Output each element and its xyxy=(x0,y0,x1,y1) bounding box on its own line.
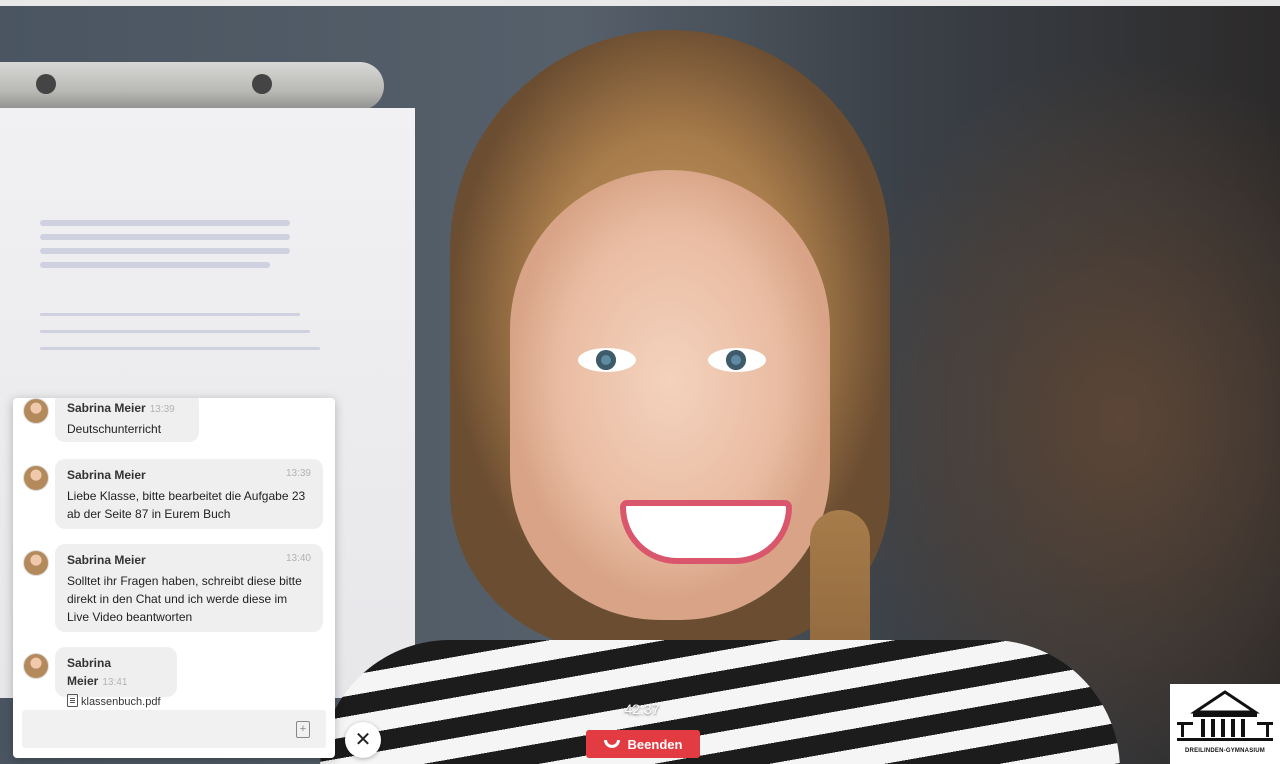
chat-message: Sabrina Meier 13:39 Liebe Klasse, bitte b… xyxy=(23,459,323,531)
chat-message: Sabrina Meier 13:41 klassenbuch.pdf xyxy=(23,647,323,708)
top-border xyxy=(0,0,1280,6)
message-text: Solltet ihr Fragen haben, schreibt diese… xyxy=(67,574,302,624)
close-chat-button[interactable]: ✕ xyxy=(345,722,381,758)
message-text: Liebe Klasse, bitte bearbeitet die Aufga… xyxy=(67,489,306,521)
message-time: 13:40 xyxy=(285,553,311,564)
avatar xyxy=(23,398,49,424)
document-icon xyxy=(67,694,78,707)
message-bubble: Sabrina Meier 13:39 Deutschunterricht xyxy=(55,398,199,442)
message-time: 13:39 xyxy=(149,404,175,415)
close-icon: ✕ xyxy=(354,729,372,751)
school-logo: DREILINDEN-GYMNASIUM xyxy=(1170,684,1280,764)
file-attach-icon[interactable]: + xyxy=(296,721,310,738)
message-bubble: Sabrina Meier 13:40 Solltet ihr Fragen ha… xyxy=(55,544,323,632)
avatar xyxy=(23,550,49,576)
striped-shirt xyxy=(320,640,1120,764)
phone-hangup-icon xyxy=(603,740,620,748)
avatar xyxy=(23,653,49,679)
call-timer: 42:37 xyxy=(624,701,660,717)
building-icon xyxy=(1177,690,1273,741)
flipchart-bar xyxy=(0,62,384,110)
message-text: Deutschunterricht xyxy=(67,422,162,436)
message-time: 13:41 xyxy=(102,677,128,688)
message-bubble: Sabrina Meier 13:39 Liebe Klasse, bitte b… xyxy=(55,459,323,529)
message-sender: Sabrina Meier xyxy=(67,401,146,415)
end-call-label: Beenden xyxy=(627,736,683,752)
message-time: 13:39 xyxy=(285,468,311,479)
school-name: DREILINDEN-GYMNASIUM xyxy=(1185,748,1265,754)
avatar xyxy=(23,465,49,491)
chat-panel: Sabrina Meier 13:39 Deutschunterricht Sab… xyxy=(13,398,335,758)
end-call-button[interactable]: Beenden xyxy=(586,730,700,758)
file-name: klassenbuch.pdf xyxy=(81,696,161,708)
message-bubble: Sabrina Meier 13:41 klassenbuch.pdf xyxy=(55,647,177,708)
chat-input[interactable] xyxy=(22,710,272,748)
message-sender: Sabrina Meier xyxy=(67,468,146,482)
chat-message: Sabrina Meier 13:40 Solltet ihr Fragen ha… xyxy=(23,544,323,634)
chat-message: Sabrina Meier 13:39 Deutschunterricht xyxy=(23,398,323,448)
chat-composer: + xyxy=(22,710,326,748)
file-attachment[interactable]: klassenbuch.pdf xyxy=(67,694,165,708)
message-sender: Sabrina Meier xyxy=(67,553,146,567)
